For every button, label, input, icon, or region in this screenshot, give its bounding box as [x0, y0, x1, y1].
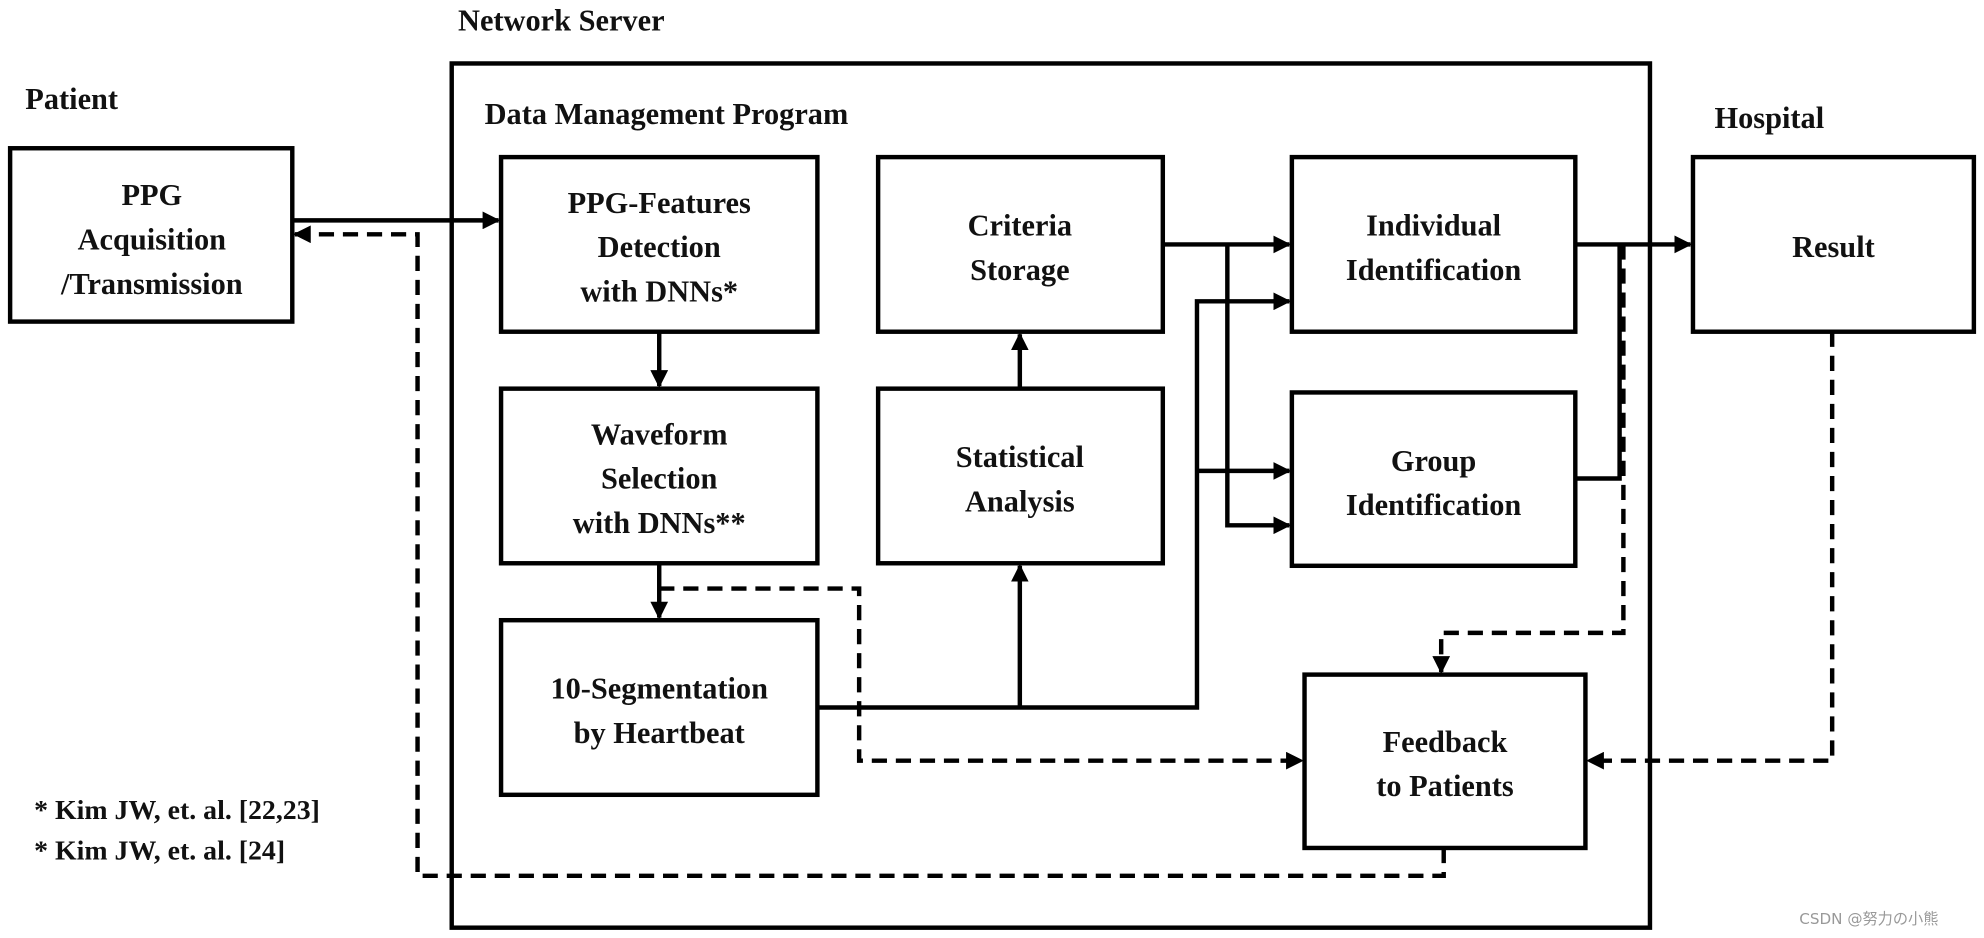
network-server-label: Network Server	[458, 4, 665, 38]
node-frame	[875, 386, 1166, 566]
node-label: Identification	[1346, 253, 1522, 287]
footnote-2: * Kim JW, et. al. [24]	[34, 835, 285, 866]
node-label: with DNNs**	[573, 506, 746, 540]
node-label: Group	[1391, 444, 1477, 478]
node-waveform-selection: Waveform Selection with DNNs**	[498, 386, 820, 566]
node-group-identification: Group Identification	[1289, 390, 1578, 569]
node-segmentation: 10-Segmentation by Heartbeat	[498, 617, 820, 798]
node-label: Individual	[1366, 209, 1501, 243]
node-frame	[875, 154, 1166, 334]
node-ppg-acquisition: PPG Acquisition /Transmission	[7, 146, 295, 324]
footnote-1: * Kim JW, et. al. [22,23]	[34, 795, 320, 826]
node-frame	[1289, 154, 1578, 334]
node-label: Feedback	[1383, 725, 1508, 759]
node-label: 10-Segmentation	[550, 672, 768, 706]
node-label: Acquisition	[78, 222, 227, 256]
node-frame	[498, 617, 820, 798]
node-criteria-storage: Criteria Storage	[875, 154, 1166, 334]
node-statistical-analysis: Statistical Analysis	[875, 386, 1166, 566]
node-result: Result	[1690, 154, 1977, 334]
node-frame	[1302, 672, 1588, 851]
node-label: Storage	[970, 253, 1069, 287]
node-frame	[1289, 390, 1578, 569]
node-label: Detection	[598, 230, 721, 264]
watermark: CSDN @努力の小熊	[1799, 910, 1938, 928]
node-label: PPG	[121, 178, 182, 212]
node-label: Waveform	[591, 417, 728, 451]
node-label: Result	[1792, 230, 1875, 264]
node-label: Analysis	[965, 484, 1075, 518]
patient-label: Patient	[25, 82, 118, 116]
node-label: by Heartbeat	[574, 716, 745, 750]
node-label: Statistical	[956, 440, 1084, 474]
hospital-label: Hospital	[1714, 101, 1824, 135]
node-label: with DNNs*	[580, 274, 738, 308]
node-label: Identification	[1346, 488, 1522, 522]
data-management-label: Data Management Program	[485, 97, 849, 131]
node-label: Criteria	[968, 209, 1073, 243]
node-label: PPG-Features	[568, 186, 751, 220]
node-label: /Transmission	[60, 267, 243, 301]
node-feedback: Feedback to Patients	[1302, 672, 1588, 851]
node-label: to Patients	[1376, 769, 1514, 803]
node-label: Selection	[601, 462, 717, 496]
diagram: Network Server Patient Data Management P…	[7, 4, 1977, 930]
node-individual-identification: Individual Identification	[1289, 154, 1578, 334]
node-ppg-features: PPG-Features Detection with DNNs*	[498, 154, 820, 334]
